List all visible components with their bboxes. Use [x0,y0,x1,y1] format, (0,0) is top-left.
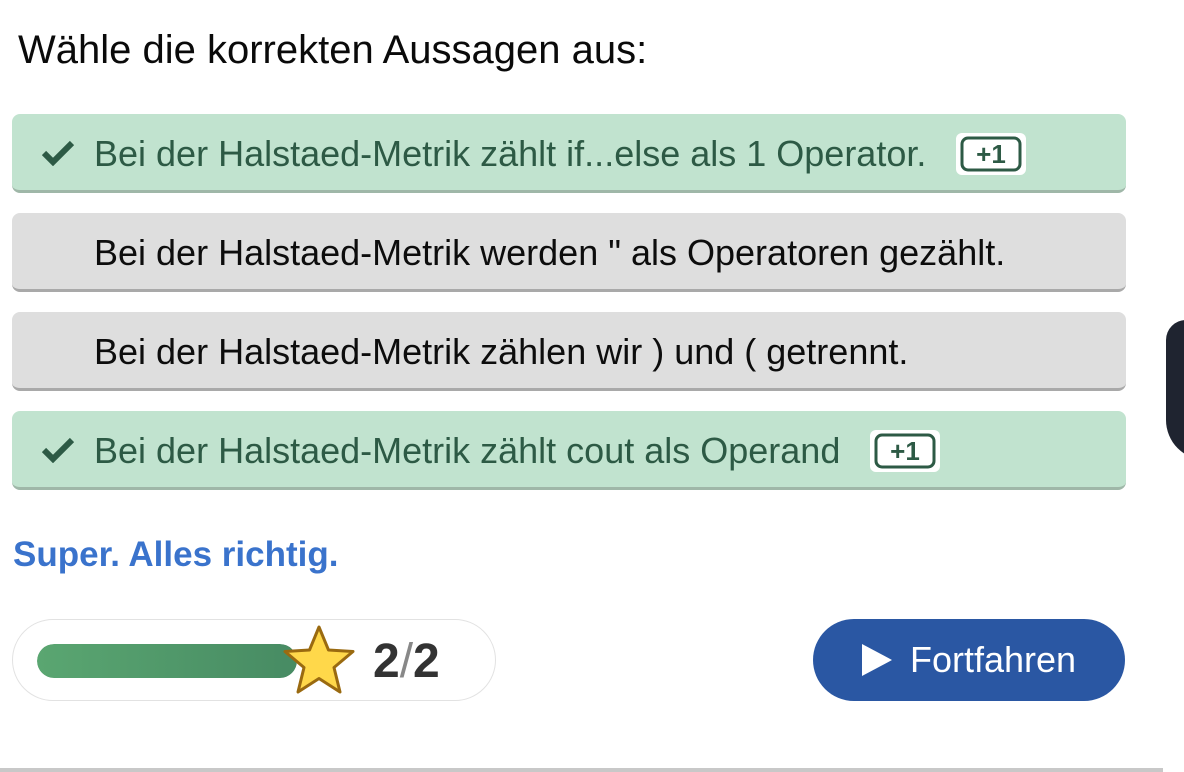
score-progress-bar [37,644,297,678]
check-icon [42,437,74,463]
score-total: 2 [413,635,440,688]
plus-one-badge-icon: +1 [870,430,941,472]
score-progress-fill [37,644,297,678]
score-counter: 2/2 [373,634,440,689]
answer-text: Bei der Halstaed-Metrik zählt if...else … [94,133,927,174]
check-icon [42,140,74,166]
plus-one-badge-icon: +1 [956,133,1027,175]
svg-text:+1: +1 [977,139,1007,169]
answer-option-2[interactable]: Bei der Halstaed-Metrik werden " als Ope… [12,213,1126,292]
background-figure [1166,320,1184,460]
score-current: 2 [373,635,400,688]
answer-text: Bei der Halstaed-Metrik zählen wir ) und… [94,331,909,372]
quiz-panel: Wähle die korrekten Aussagen aus: Bei de… [0,0,1163,768]
star-icon [283,625,355,694]
feedback-message: Super. Alles richtig. [13,535,339,574]
answer-option-3[interactable]: Bei der Halstaed-Metrik zählen wir ) und… [12,312,1126,391]
answer-option-1[interactable]: Bei der Halstaed-Metrik zählt if...else … [12,114,1126,193]
answer-text: Bei der Halstaed-Metrik zählt cout als O… [94,430,841,471]
svg-text:+1: +1 [891,436,921,466]
answer-text: Bei der Halstaed-Metrik werden " als Ope… [94,232,1006,273]
continue-button[interactable]: Fortfahren [813,619,1125,701]
play-icon [861,644,892,676]
background-edge [1163,0,1184,772]
score-widget: 2/2 [12,619,496,701]
question-title: Wähle die korrekten Aussagen aus: [18,28,648,72]
score-separator: / [399,635,414,688]
answer-option-4[interactable]: Bei der Halstaed-Metrik zählt cout als O… [12,411,1126,490]
continue-label: Fortfahren [909,639,1077,680]
